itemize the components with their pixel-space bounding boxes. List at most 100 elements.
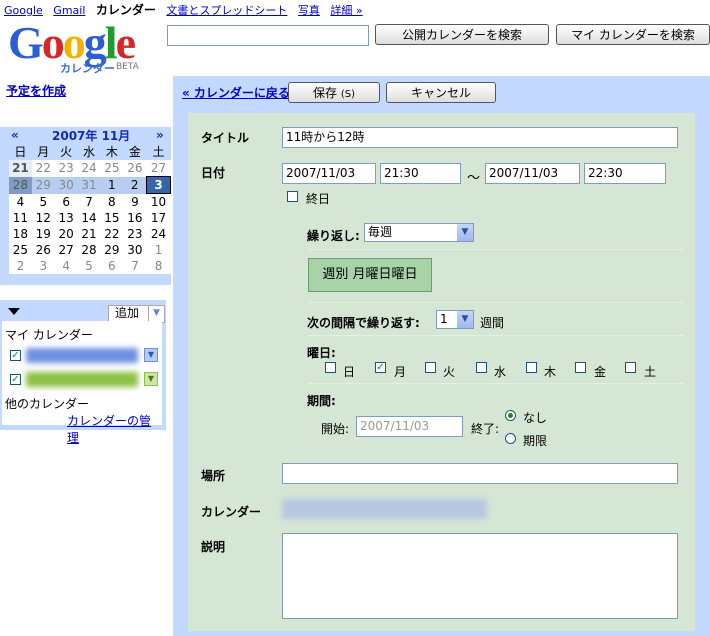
calendar-select-blurred[interactable] xyxy=(282,499,487,519)
search-public-button[interactable]: 公開カレンダーを検索 xyxy=(375,24,549,45)
day-cell[interactable]: 21 xyxy=(9,160,32,177)
calendar-1-menu-icon[interactable]: ▼ xyxy=(144,348,158,362)
weekday-checkbox-thu[interactable] xyxy=(526,362,537,373)
weekday-checkbox-sat[interactable] xyxy=(625,362,636,373)
day-cell[interactable]: 15 xyxy=(100,210,124,226)
day-cell[interactable]: 28 xyxy=(77,242,101,258)
day-cell[interactable]: 25 xyxy=(9,242,32,258)
nav-google-link[interactable]: Google xyxy=(4,4,43,17)
save-button[interactable]: 保存 (S) xyxy=(288,82,380,103)
weekday-checkbox-mon[interactable]: ✓ xyxy=(375,362,386,373)
google-calendar-logo[interactable]: Google カレンダー BETA xyxy=(8,20,158,76)
day-cell[interactable]: 9 xyxy=(123,193,147,210)
day-cell[interactable]: 31 xyxy=(77,176,101,194)
calendar-2-menu-icon[interactable]: ▼ xyxy=(144,372,158,386)
collapse-triangle-icon[interactable] xyxy=(8,308,20,315)
day-cell[interactable]: 23 xyxy=(123,226,147,242)
nav-docs-link[interactable]: 文書とスプレッドシート xyxy=(166,4,287,17)
calendar-1-checkbox[interactable]: ✓ xyxy=(10,350,21,361)
day-cell[interactable]: 22 xyxy=(31,160,55,177)
nav-photos-link[interactable]: 写真 xyxy=(298,4,320,17)
day-cell[interactable]: 13 xyxy=(54,210,78,226)
day-cell[interactable]: 26 xyxy=(31,242,55,258)
day-cell[interactable]: 10 xyxy=(146,193,171,210)
day-cell[interactable]: 11 xyxy=(9,210,32,226)
day-cell[interactable]: 6 xyxy=(54,193,78,210)
day-cell[interactable]: 28 xyxy=(9,176,32,194)
day-cell[interactable]: 2 xyxy=(123,176,147,194)
day-cell[interactable]: 24 xyxy=(146,226,171,242)
day-cell[interactable]: 30 xyxy=(123,242,147,258)
day-cell[interactable]: 23 xyxy=(54,160,78,177)
cancel-button[interactable]: キャンセル xyxy=(386,82,496,103)
day-cell[interactable]: 29 xyxy=(31,176,55,194)
day-cell[interactable]: 27 xyxy=(54,242,78,258)
day-cell[interactable]: 3 xyxy=(31,258,55,274)
range-none-radio[interactable] xyxy=(505,410,516,421)
day-cell[interactable]: 4 xyxy=(54,258,78,274)
day-cell[interactable]: 5 xyxy=(31,193,55,210)
save-label: 保存 xyxy=(313,86,338,100)
day-cell[interactable]: 7 xyxy=(77,193,101,210)
day-cell[interactable]: 19 xyxy=(31,226,55,242)
start-date-input[interactable]: 2007/11/03 xyxy=(282,163,376,184)
repeat-select[interactable]: 毎週 ▼ xyxy=(364,223,474,242)
back-to-calendar-link[interactable]: « カレンダーに戻る xyxy=(182,84,290,101)
start-time-input[interactable]: 21:30 xyxy=(380,163,461,184)
prev-month-button[interactable]: « xyxy=(11,128,19,142)
range-start-input[interactable]: 2007/11/03 xyxy=(356,416,463,437)
day-cell[interactable]: 6 xyxy=(100,258,124,274)
day-cell[interactable]: 2 xyxy=(9,258,32,274)
chevron-down-icon: ▼ xyxy=(457,224,473,241)
day-cell[interactable]: 20 xyxy=(54,226,78,242)
logo-sub: カレンダー xyxy=(60,62,115,75)
nav-gmail-link[interactable]: Gmail xyxy=(53,4,85,17)
day-cell[interactable]: 7 xyxy=(123,258,147,274)
day-cell[interactable]: 16 xyxy=(123,210,147,226)
manage-calendars-link[interactable]: カレンダーの管理 xyxy=(67,412,162,446)
title-input[interactable]: 11時から12時 xyxy=(282,127,678,148)
day-cell[interactable]: 27 xyxy=(146,160,171,177)
mini-calendar-grid: 日 月 火 水 木 金 土 21 22 23 24 25 26 27 28 29… xyxy=(9,143,171,274)
range-start-label: 開始: xyxy=(321,422,350,436)
day-cell[interactable]: 1 xyxy=(100,176,124,194)
weekday-checkbox-wed[interactable] xyxy=(476,362,487,373)
weekday-checkbox-fri[interactable] xyxy=(575,362,586,373)
day-cell-selected[interactable]: 3 xyxy=(146,176,171,194)
allday-checkbox[interactable] xyxy=(287,191,298,202)
description-textarea[interactable] xyxy=(282,533,678,619)
day-cell[interactable]: 26 xyxy=(123,160,147,177)
day-cell[interactable]: 25 xyxy=(100,160,124,177)
weekday-checkbox-sun[interactable] xyxy=(325,362,336,373)
day-cell[interactable]: 22 xyxy=(100,226,124,242)
end-date-input[interactable]: 2007/11/03 xyxy=(485,163,580,184)
day-cell[interactable]: 12 xyxy=(31,210,55,226)
day-cell[interactable]: 8 xyxy=(100,193,124,210)
interval-select[interactable]: 1 ▼ xyxy=(436,310,474,329)
location-input[interactable] xyxy=(282,463,678,484)
calendar-2-name-blurred[interactable] xyxy=(26,372,138,387)
range-until-radio[interactable] xyxy=(505,433,516,444)
day-cell[interactable]: 8 xyxy=(146,258,171,274)
calendar-2-checkbox[interactable]: ✓ xyxy=(10,374,21,385)
day-cell[interactable]: 1 xyxy=(146,242,171,258)
interval-unit: 週間 xyxy=(480,316,505,330)
day-cell[interactable]: 17 xyxy=(146,210,171,226)
day-cell[interactable]: 4 xyxy=(9,193,32,210)
create-event-link[interactable]: 予定を作成 xyxy=(6,82,66,99)
search-my-button[interactable]: マイ カレンダーを検索 xyxy=(556,24,710,45)
day-cell[interactable]: 14 xyxy=(77,210,101,226)
weekday-checkbox-tue[interactable] xyxy=(425,362,436,373)
day-cell[interactable]: 5 xyxy=(77,258,101,274)
day-cell[interactable]: 29 xyxy=(100,242,124,258)
day-cell[interactable]: 30 xyxy=(54,176,78,194)
day-cell[interactable]: 21 xyxy=(77,226,101,242)
nav-more-link[interactable]: 詳細 » xyxy=(330,4,362,17)
next-month-button[interactable]: » xyxy=(156,128,164,142)
day-cell[interactable]: 18 xyxy=(9,226,32,242)
end-time-input[interactable]: 22:30 xyxy=(584,163,666,184)
calendar-1-name-blurred[interactable] xyxy=(26,348,138,363)
repeat-label: 繰り返し: xyxy=(307,229,360,243)
search-input[interactable] xyxy=(167,25,369,46)
day-cell[interactable]: 24 xyxy=(77,160,101,177)
